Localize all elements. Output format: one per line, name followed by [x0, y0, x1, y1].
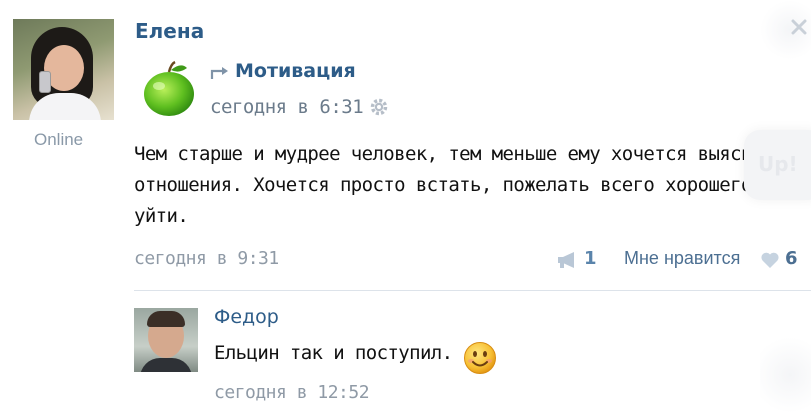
comment-author-avatar[interactable]	[134, 308, 198, 372]
comment-author-name[interactable]: Федор	[214, 306, 279, 328]
post-text: Чем старше и мудрее человек, тем меньше …	[134, 143, 785, 227]
group-link[interactable]: Мотивация	[235, 60, 356, 82]
share-count[interactable]: 1	[584, 248, 597, 269]
comment-timestamp[interactable]: сегодня в 12:52	[214, 382, 370, 403]
megaphone-icon[interactable]	[556, 250, 580, 270]
heart-icon[interactable]	[760, 251, 780, 269]
scroll-up-button[interactable]: Up!	[744, 130, 811, 200]
like-button[interactable]: Мне нравится	[624, 248, 740, 269]
like-count[interactable]: 6	[785, 248, 798, 269]
smile-icon	[464, 342, 496, 374]
post-timestamp[interactable]: сегодня в 6:31	[210, 96, 364, 118]
author-avatar[interactable]	[13, 19, 114, 120]
scroll-up-label: Up!	[758, 152, 798, 176]
comments-divider	[134, 290, 811, 291]
post-author-name[interactable]: Елена	[135, 19, 204, 43]
gear-icon[interactable]	[369, 97, 389, 117]
online-status: Online	[34, 130, 84, 149]
repost-arrow-icon	[210, 67, 228, 79]
close-icon[interactable]	[791, 19, 807, 35]
comment-text: Ельцин так и поступил.	[214, 342, 453, 364]
post-footer-timestamp[interactable]: сегодня в 9:31	[134, 248, 279, 269]
group-avatar-apple[interactable]	[141, 60, 198, 117]
background-fade-bottom	[760, 330, 811, 419]
